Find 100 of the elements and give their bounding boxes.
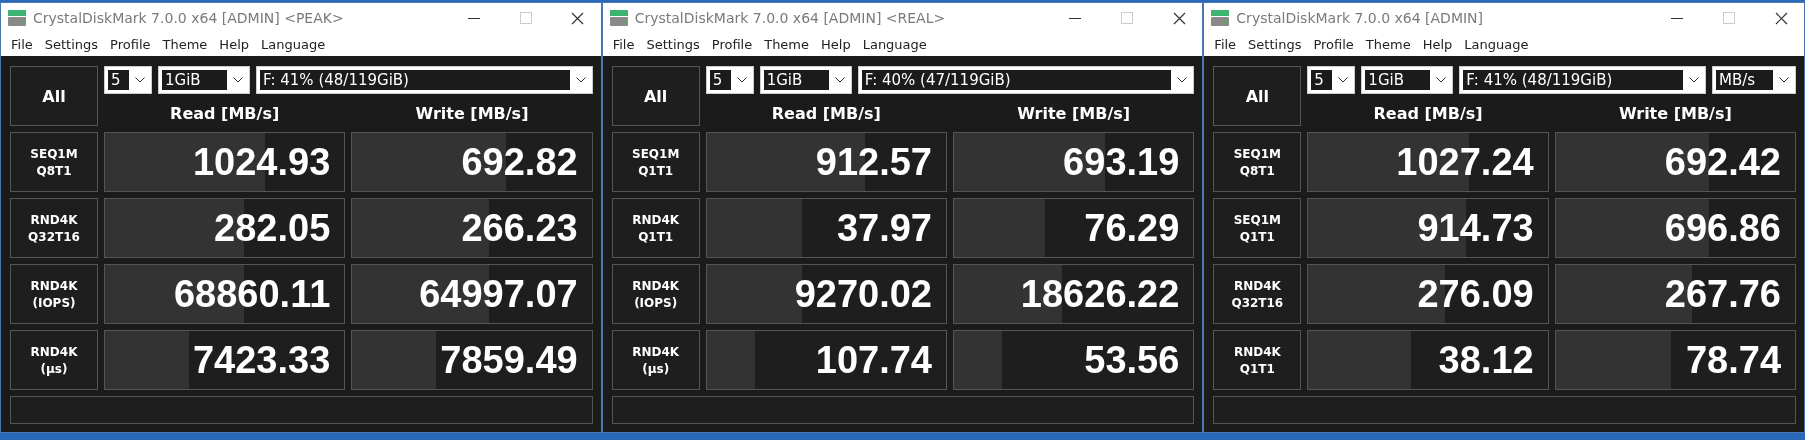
test-params: Q8T1 bbox=[36, 163, 72, 178]
test-name: SEQ1M bbox=[1233, 212, 1281, 227]
test-label-box[interactable]: RND4K (IOPS) bbox=[10, 264, 98, 324]
result-value: 282.05 bbox=[214, 206, 331, 250]
result-value: 276.09 bbox=[1417, 272, 1534, 316]
chevron-icon bbox=[1177, 77, 1188, 83]
menu-item[interactable]: Settings bbox=[640, 37, 706, 52]
chevron-icon bbox=[233, 77, 243, 83]
menu-item[interactable]: Profile bbox=[104, 37, 157, 52]
menu-item[interactable]: Language bbox=[1458, 37, 1535, 52]
all-button[interactable]: All bbox=[611, 66, 700, 126]
close-icon bbox=[1172, 11, 1186, 25]
menu-item[interactable]: Language bbox=[856, 37, 933, 52]
dropdown[interactable]: 5 bbox=[104, 66, 152, 94]
test-label-box[interactable]: RND4K Q1T1 bbox=[611, 198, 700, 258]
dropdown[interactable]: MB/s bbox=[1712, 66, 1796, 94]
column-header: Read [MB/s] bbox=[1372, 103, 1484, 123]
test-name: RND4K bbox=[632, 344, 680, 359]
chevron-icon bbox=[1779, 77, 1789, 83]
menu-item[interactable]: Help bbox=[815, 37, 857, 52]
result-value: 38.12 bbox=[1438, 338, 1534, 382]
menu-item[interactable]: Profile bbox=[1307, 37, 1360, 52]
all-button[interactable]: All bbox=[1213, 66, 1302, 126]
column-header: Write [MB/s] bbox=[414, 103, 530, 123]
result-value: 18626.22 bbox=[1020, 272, 1180, 316]
test-label-box[interactable]: SEQ1M Q8T1 bbox=[10, 132, 98, 192]
menu-item[interactable]: Theme bbox=[1359, 37, 1417, 52]
chevron-icon bbox=[834, 77, 845, 83]
menu-item[interactable]: Help bbox=[213, 37, 255, 52]
dropdown[interactable]: 5 bbox=[1307, 66, 1356, 94]
test-params: (IOPS) bbox=[32, 295, 76, 310]
result-value: 53.56 bbox=[1084, 338, 1180, 382]
result-value: 7423.33 bbox=[192, 338, 331, 382]
menu-item[interactable]: Language bbox=[255, 37, 332, 52]
test-name: RND4K bbox=[30, 278, 78, 293]
test-label-box[interactable]: SEQ1M Q1T1 bbox=[611, 132, 700, 192]
test-label-box[interactable]: RND4K Q1T1 bbox=[1213, 330, 1302, 390]
test-label-box[interactable]: SEQ1M Q8T1 bbox=[1213, 132, 1302, 192]
test-params: (μs) bbox=[40, 361, 68, 376]
drive-icon bbox=[608, 9, 629, 27]
result-value: 692.42 bbox=[1664, 140, 1781, 184]
test-params: Q1T1 bbox=[1239, 361, 1275, 376]
menu-item[interactable]: File bbox=[606, 37, 641, 52]
menu-item[interactable]: Help bbox=[1416, 37, 1459, 52]
menu-item[interactable]: Theme bbox=[156, 37, 214, 52]
column-header: Read [MB/s] bbox=[169, 103, 281, 123]
chevron-icon bbox=[135, 77, 145, 83]
chevron-icon bbox=[736, 77, 747, 83]
test-params: Q1T1 bbox=[638, 229, 674, 244]
maximize-icon bbox=[519, 12, 532, 24]
column-header: Read [MB/s] bbox=[770, 103, 882, 123]
test-name: RND4K bbox=[1233, 278, 1281, 293]
result-value: 107.74 bbox=[815, 338, 932, 382]
all-button[interactable]: All bbox=[10, 66, 98, 126]
result-value: 37.97 bbox=[836, 206, 932, 250]
dropdown[interactable]: F: 41% (48/119GiB) bbox=[1459, 66, 1706, 94]
chevron-icon bbox=[1338, 77, 1349, 83]
result-value: 914.73 bbox=[1417, 206, 1534, 250]
dropdown[interactable]: F: 41% (48/119GiB) bbox=[256, 66, 593, 94]
window-title: CrystalDiskMark 7.0.0 x64 [ADMIN] <PEAK> bbox=[33, 10, 345, 26]
minimize-icon bbox=[1671, 17, 1683, 19]
dropdown[interactable]: 1GiB bbox=[759, 66, 852, 94]
menu-item[interactable]: Settings bbox=[38, 37, 105, 52]
test-label-box[interactable]: SEQ1M Q1T1 bbox=[1213, 198, 1302, 258]
column-header: Write [MB/s] bbox=[1617, 103, 1733, 123]
menu-item[interactable]: Profile bbox=[705, 37, 759, 52]
test-name: RND4K bbox=[1233, 344, 1281, 359]
menu-item[interactable]: File bbox=[1208, 37, 1243, 52]
dropdown[interactable]: F: 40% (47/119GiB) bbox=[857, 66, 1195, 94]
column-header: Write [MB/s] bbox=[1016, 103, 1132, 123]
test-label-box[interactable]: RND4K (IOPS) bbox=[611, 264, 700, 324]
dropdown[interactable]: 1GiB bbox=[158, 66, 250, 94]
test-name: SEQ1M bbox=[1233, 146, 1281, 161]
menu-item[interactable]: File bbox=[5, 37, 39, 52]
result-value: 9270.02 bbox=[794, 272, 932, 316]
test-name: SEQ1M bbox=[632, 146, 680, 161]
test-params: (μs) bbox=[642, 361, 670, 376]
test-params: (IOPS) bbox=[634, 295, 678, 310]
menu-item[interactable]: Settings bbox=[1242, 37, 1308, 52]
test-label-box[interactable]: RND4K Q32T16 bbox=[10, 198, 98, 258]
result-value: 693.19 bbox=[1063, 140, 1180, 184]
result-value: 64997.07 bbox=[419, 272, 578, 316]
result-value: 912.57 bbox=[815, 140, 932, 184]
drive-icon bbox=[7, 9, 27, 27]
dropdown[interactable]: 5 bbox=[705, 66, 754, 94]
maximize-icon bbox=[1121, 12, 1134, 24]
chevron-icon bbox=[575, 77, 586, 83]
test-params: Q8T1 bbox=[1239, 163, 1275, 178]
test-name: RND4K bbox=[30, 212, 78, 227]
test-name: RND4K bbox=[632, 212, 680, 227]
test-label-box[interactable]: RND4K Q32T16 bbox=[1213, 264, 1302, 324]
test-params: Q32T16 bbox=[1231, 295, 1284, 310]
window-title: CrystalDiskMark 7.0.0 x64 [ADMIN] <REAL> bbox=[634, 10, 947, 26]
dropdown[interactable]: 1GiB bbox=[1361, 66, 1454, 94]
menu-item[interactable]: Theme bbox=[758, 37, 816, 52]
chevron-icon bbox=[1436, 77, 1447, 83]
test-label-box[interactable]: RND4K (μs) bbox=[611, 330, 700, 390]
test-label-box[interactable]: RND4K (μs) bbox=[10, 330, 98, 390]
result-value: 68860.11 bbox=[173, 272, 331, 316]
close-icon bbox=[1774, 11, 1788, 25]
